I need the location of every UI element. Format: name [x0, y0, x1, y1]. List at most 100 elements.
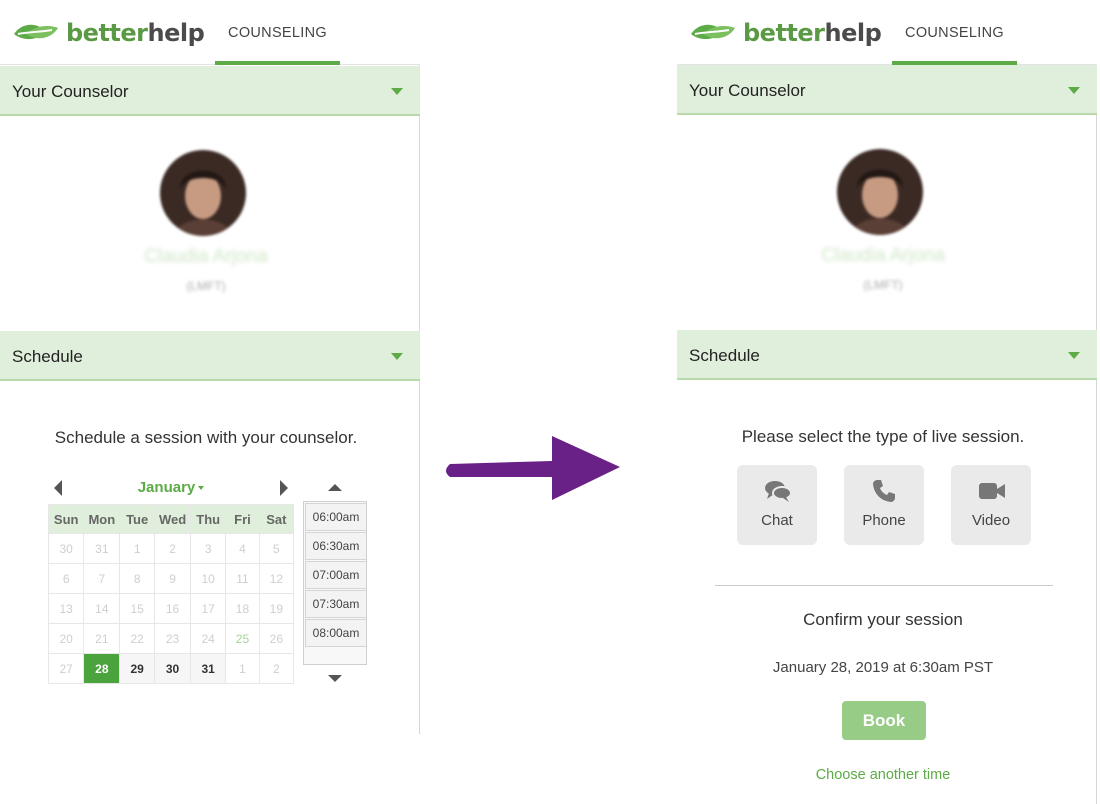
calendar-day: 4 [225, 533, 260, 564]
calendar-day-today: 25 [225, 623, 260, 654]
calendar-day: 14 [83, 593, 121, 624]
calendar-day: 13 [47, 593, 85, 624]
calendar-week-row: 20 21 22 23 24 25 26 [47, 623, 295, 654]
month-selector[interactable]: January [48, 479, 294, 496]
divider [715, 585, 1053, 586]
video-session-button[interactable]: Video [951, 465, 1031, 545]
calendar: January Sun Mon Tue Wed Thu Fri Sat 30 31 1 2 3 4 5 6… [47, 476, 295, 684]
calendar-day: 20 [47, 623, 85, 654]
weekday-header: Sun [47, 504, 85, 534]
logo-wordmark: betterhelp [66, 19, 205, 47]
weekday-header: Tue [119, 504, 156, 534]
calendar-week-row: 6 7 8 9 10 11 12 [47, 563, 295, 594]
calendar-day: 9 [154, 563, 192, 594]
your-counselor-header[interactable]: Your Counselor [0, 66, 420, 116]
weekday-header: Fri [225, 504, 260, 534]
right-screen: betterhelp COUNSELING Your Counselor Cla… [677, 0, 1097, 804]
calendar-day-available[interactable]: 30 [154, 653, 192, 684]
confirm-title: Confirm your session [803, 610, 963, 629]
schedule-title: Schedule [689, 346, 760, 365]
calendar-day: 11 [225, 563, 260, 594]
time-slot-list: 06:00am 06:30am 07:00am 07:30am 08:00am [303, 501, 367, 665]
calendar-week-row: 30 31 1 2 3 4 5 [47, 533, 295, 564]
calendar-day: 27 [47, 653, 85, 684]
chevron-down-icon[interactable] [1068, 352, 1080, 359]
phone-icon [873, 480, 895, 502]
your-counselor-title: Your Counselor [689, 81, 806, 100]
avatar [160, 150, 246, 236]
time-picker: 06:00am 06:30am 07:00am 07:30am 08:00am [303, 480, 367, 682]
logo-word-help: help [824, 19, 882, 47]
weekday-header: Sat [258, 504, 295, 534]
leaf-logo-icon [691, 24, 735, 40]
calendar-day: 7 [83, 563, 121, 594]
tab-counseling[interactable]: COUNSELING [215, 0, 340, 65]
calendar-day-available[interactable]: 29 [119, 653, 156, 684]
time-slot[interactable]: 06:30am [305, 532, 366, 560]
calendar-day: 21 [83, 623, 121, 654]
time-slot[interactable]: 07:30am [305, 590, 366, 618]
top-nav: betterhelp COUNSELING [0, 0, 420, 65]
calendar-day: 16 [154, 593, 192, 624]
counselor-name: Claudia Arjona [144, 246, 268, 267]
calendar-day: 2 [258, 653, 295, 684]
schedule-header[interactable]: Schedule [677, 330, 1097, 380]
calendar-day: 2 [154, 533, 192, 564]
calendar-day: 15 [119, 593, 156, 624]
calendar-day: 5 [258, 533, 295, 564]
calendar-day: 17 [190, 593, 227, 624]
calendar-day: 1 [119, 533, 156, 564]
logo-word-help: help [147, 19, 205, 47]
choose-another-time-link[interactable]: Choose another time [677, 767, 1089, 783]
weekday-header-row: Sun Mon Tue Wed Thu Fri Sat [47, 504, 295, 534]
schedule-title: Schedule [12, 347, 83, 366]
avatar [837, 149, 923, 235]
calendar-grid: Sun Mon Tue Wed Thu Fri Sat 30 31 1 2 3 4 5 6 7 8 9 10 11 1… [47, 504, 295, 684]
chevron-down-icon[interactable] [1068, 87, 1080, 94]
video-label: Video [971, 512, 1011, 529]
caret-down-icon [198, 486, 205, 491]
calendar-day: 31 [83, 533, 121, 564]
calendar-day-available[interactable]: 31 [190, 653, 227, 684]
tab-counseling[interactable]: COUNSELING [892, 0, 1017, 65]
confirm-datetime: January 28, 2019 at 6:30am PST [772, 659, 994, 676]
chat-bubbles-icon [765, 481, 792, 502]
leaf-logo-icon [14, 24, 58, 40]
calendar-week-row: 13 14 15 16 17 18 19 [47, 593, 295, 624]
left-screen: betterhelp COUNSELING Your Counselor Cla… [0, 0, 420, 804]
chat-label: Chat [761, 512, 793, 529]
calendar-day: 19 [258, 593, 295, 624]
panel-border [1096, 64, 1097, 804]
schedule-prompt: Schedule a session with your counselor. [54, 428, 358, 447]
session-type-prompt: Please select the type of live session. [741, 427, 1025, 446]
book-button[interactable]: Book [842, 701, 926, 740]
phone-label: Phone [862, 512, 906, 529]
logo-word-better: better [743, 19, 825, 47]
time-slot[interactable]: 07:00am [305, 561, 366, 589]
calendar-day: 6 [47, 563, 85, 594]
chevron-down-icon[interactable] [391, 353, 403, 360]
your-counselor-title: Your Counselor [12, 82, 129, 101]
chat-session-button[interactable]: Chat [737, 465, 817, 545]
calendar-day-selected[interactable]: 28 [83, 653, 121, 684]
calendar-day: 22 [119, 623, 156, 654]
next-month-icon[interactable] [280, 480, 288, 496]
betterhelp-logo[interactable]: betterhelp [12, 18, 205, 48]
calendar-day: 8 [119, 563, 156, 594]
counselor-credential: (LMFT) [863, 278, 903, 292]
your-counselor-header[interactable]: Your Counselor [677, 65, 1097, 115]
phone-session-button[interactable]: Phone [844, 465, 924, 545]
scroll-down-icon[interactable] [328, 675, 342, 682]
calendar-day: 10 [190, 563, 227, 594]
betterhelp-logo[interactable]: betterhelp [689, 18, 882, 48]
calendar-day: 24 [190, 623, 227, 654]
calendar-day: 26 [258, 623, 295, 654]
scroll-up-icon[interactable] [328, 484, 342, 491]
calendar-day: 1 [225, 653, 260, 684]
active-tab-indicator [215, 61, 340, 65]
time-slot[interactable]: 08:00am [305, 619, 366, 647]
schedule-header[interactable]: Schedule [0, 331, 420, 381]
time-slot[interactable]: 06:00am [305, 503, 366, 531]
chevron-down-icon[interactable] [391, 88, 403, 95]
tab-counseling-label: COUNSELING [905, 25, 1004, 41]
